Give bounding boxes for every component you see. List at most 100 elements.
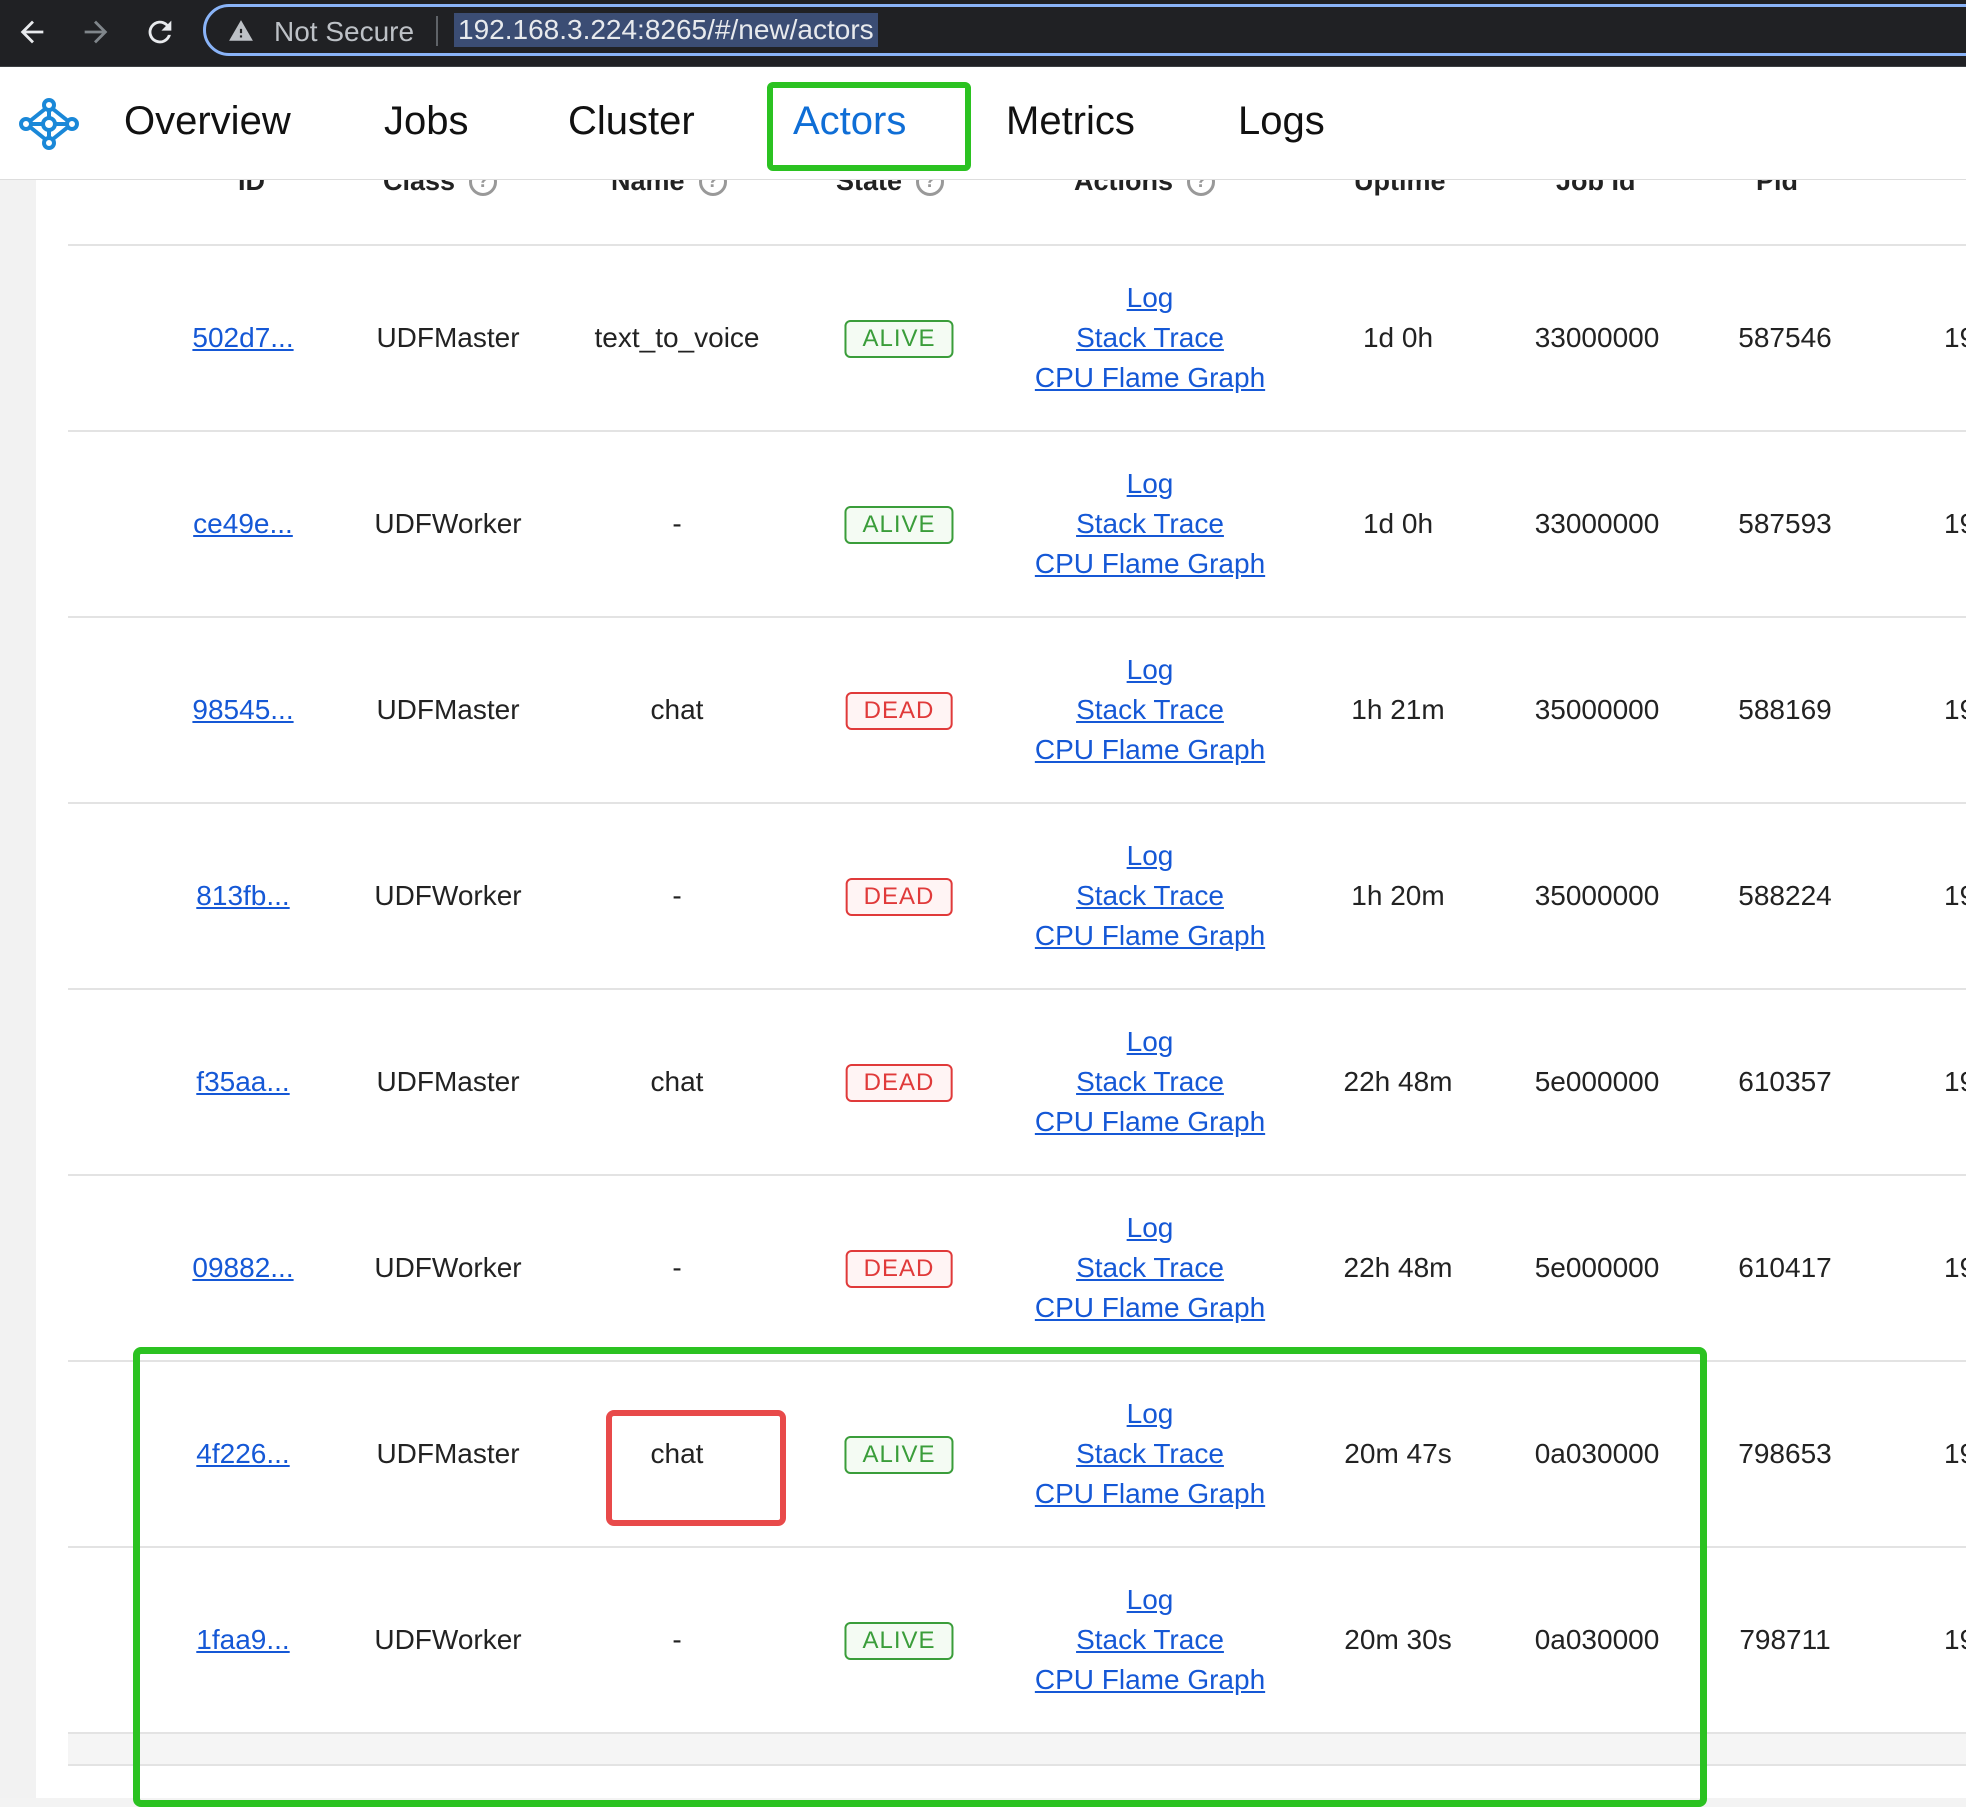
actor-pid: 588224 <box>1738 880 1832 911</box>
col-name-label: Name <box>611 180 685 196</box>
annotation-actors-highlight <box>767 82 971 171</box>
stack-trace-link[interactable]: Stack Trace <box>1035 1248 1265 1288</box>
table-row[interactable]: ce49e... UDFWorker - ALIVE Log Stack Trace CPU… <box>68 430 1966 618</box>
state-badge: DEAD <box>845 878 953 916</box>
actor-job-id: 5e000000 <box>1534 1252 1660 1283</box>
help-icon[interactable]: ? <box>916 180 945 196</box>
state-badge: DEAD <box>845 1250 953 1288</box>
actor-job-id: 35000000 <box>1534 694 1660 725</box>
nav-logs[interactable]: Logs <box>1238 99 1325 144</box>
security-status[interactable]: Not Secure <box>274 16 414 48</box>
actor-pid: 610357 <box>1738 1066 1832 1097</box>
stack-trace-link[interactable]: Stack Trace <box>1035 1062 1265 1102</box>
log-link[interactable]: Log <box>1035 464 1265 504</box>
actor-job-id: 5e000000 <box>1534 1066 1660 1097</box>
cpu-flame-graph-link[interactable]: CPU Flame Graph <box>1035 544 1265 584</box>
help-icon[interactable]: ? <box>1187 180 1216 196</box>
col-id-label: ID <box>238 180 265 196</box>
table-row[interactable]: 98545... UDFMaster chat DEAD Log Stack Trace C… <box>68 616 1966 804</box>
address-divider <box>436 16 438 46</box>
actor-id[interactable]: 502d7... <box>192 322 293 354</box>
help-icon[interactable]: ? <box>469 180 498 196</box>
actor-ip: 192.1 <box>1944 508 1966 539</box>
actor-ip: 192.1 <box>1944 1066 1966 1097</box>
actor-uptime: 22h 48m <box>1343 1066 1453 1097</box>
log-link[interactable]: Log <box>1035 836 1265 876</box>
actor-id[interactable]: ce49e... <box>193 508 293 540</box>
table-header: ID Class? Name? State? Actions? Uptime J… <box>36 180 1966 244</box>
annotation-name-highlight <box>606 1410 786 1526</box>
actor-id-link[interactable]: 98545... <box>192 694 293 725</box>
actor-name: - <box>672 1252 682 1283</box>
actor-id-link[interactable]: ce49e... <box>193 508 293 539</box>
actor-name: - <box>672 508 682 539</box>
nav-jobs[interactable]: Jobs <box>384 99 469 144</box>
actor-job-id: 33000000 <box>1534 508 1660 539</box>
table-row[interactable]: 502d7... UDFMaster text_to_voice ALIVE Log St… <box>68 244 1966 432</box>
actor-class: UDFMaster <box>376 1066 520 1097</box>
actor-id-link[interactable]: f35aa... <box>196 1066 289 1097</box>
col-pid[interactable]: Pid <box>1756 180 1798 197</box>
col-state[interactable]: State? <box>836 180 945 197</box>
nav-metrics[interactable]: Metrics <box>1006 99 1135 144</box>
cpu-flame-graph-link[interactable]: CPU Flame Graph <box>1035 730 1265 770</box>
url-text[interactable]: 192.168.3.224:8265/#/new/actors <box>454 13 878 47</box>
actor-job-id: 35000000 <box>1534 880 1660 911</box>
ray-logo-icon[interactable] <box>18 93 80 155</box>
cpu-flame-graph-link[interactable]: CPU Flame Graph <box>1035 1102 1265 1142</box>
actor-class: UDFWorker <box>374 508 522 539</box>
actor-id-link[interactable]: 813fb... <box>196 880 289 911</box>
nav-overview[interactable]: Overview <box>124 99 291 144</box>
actor-id-link[interactable]: 09882... <box>192 1252 293 1283</box>
stack-trace-link[interactable]: Stack Trace <box>1035 504 1265 544</box>
col-uptime-label: Uptime <box>1354 180 1446 196</box>
log-link[interactable]: Log <box>1035 278 1265 318</box>
table-row[interactable]: 813fb... UDFWorker - DEAD Log Stack Trace CPU … <box>68 802 1966 990</box>
col-pid-label: Pid <box>1756 180 1799 196</box>
actor-class: UDFWorker <box>374 1252 522 1283</box>
cpu-flame-graph-link[interactable]: CPU Flame Graph <box>1035 358 1265 398</box>
actor-pid: 588169 <box>1738 694 1832 725</box>
stack-trace-link[interactable]: Stack Trace <box>1035 876 1265 916</box>
stack-trace-link[interactable]: Stack Trace <box>1035 690 1265 730</box>
actor-pid: 798711 <box>1739 1624 1831 1655</box>
col-job-id-label: Job Id <box>1556 180 1636 196</box>
col-id[interactable]: ID <box>238 180 265 197</box>
cpu-flame-graph-link[interactable]: CPU Flame Graph <box>1035 1288 1265 1328</box>
reload-button[interactable] <box>136 8 184 56</box>
back-button[interactable] <box>8 8 56 56</box>
stack-trace-link[interactable]: Stack Trace <box>1035 318 1265 358</box>
col-name[interactable]: Name? <box>611 180 727 197</box>
actor-id-link[interactable]: 502d7... <box>192 322 293 353</box>
table-row[interactable]: 09882... UDFWorker - DEAD Log Stack Trace CPU … <box>68 1174 1966 1362</box>
cpu-flame-graph-link[interactable]: CPU Flame Graph <box>1035 916 1265 956</box>
col-class[interactable]: Class? <box>383 180 498 197</box>
address-bar[interactable]: Not Secure 192.168.3.224:8265/#/new/acto… <box>203 4 1966 56</box>
log-link[interactable]: Log <box>1035 1208 1265 1248</box>
actor-class: UDFMaster <box>376 322 520 353</box>
actor-class: UDFWorker <box>374 880 522 911</box>
log-link[interactable]: Log <box>1035 650 1265 690</box>
actor-uptime: 1h 21m <box>1351 694 1445 725</box>
actor-id[interactable]: 09882... <box>192 1252 293 1284</box>
col-uptime[interactable]: Uptime <box>1354 180 1446 197</box>
forward-button[interactable] <box>72 8 120 56</box>
actor-id[interactable]: f35aa... <box>196 1066 289 1098</box>
reload-icon <box>148 20 172 44</box>
col-actions[interactable]: Actions? <box>1074 180 1216 197</box>
nav-cluster[interactable]: Cluster <box>568 99 695 144</box>
actor-actions: Log Stack Trace CPU Flame Graph <box>1035 836 1265 956</box>
actor-name: - <box>672 880 682 911</box>
actor-id[interactable]: 813fb... <box>196 880 289 912</box>
actor-name: chat <box>650 694 704 725</box>
browser-toolbar: Not Secure 192.168.3.224:8265/#/new/acto… <box>0 0 1966 67</box>
actor-id[interactable]: 98545... <box>192 694 293 726</box>
actor-class: UDFMaster <box>376 694 520 725</box>
actor-job-id: 33000000 <box>1534 322 1660 353</box>
help-icon[interactable]: ? <box>698 180 727 196</box>
state-badge: ALIVE <box>844 320 954 358</box>
actor-pid: 610417 <box>1738 1252 1832 1283</box>
log-link[interactable]: Log <box>1035 1022 1265 1062</box>
table-row[interactable]: f35aa... UDFMaster chat DEAD Log Stack Trace C… <box>68 988 1966 1176</box>
col-job-id[interactable]: Job Id <box>1556 180 1636 197</box>
